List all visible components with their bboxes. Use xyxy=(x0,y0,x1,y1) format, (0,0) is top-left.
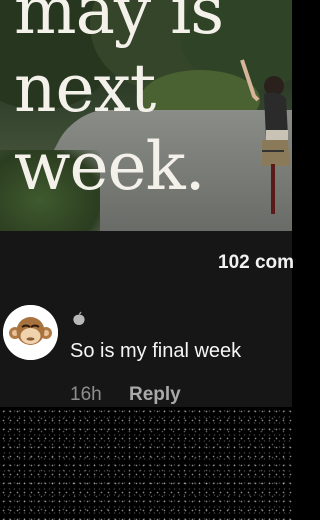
commenter-avatar[interactable] xyxy=(3,305,58,360)
comment-meta: 16h Reply xyxy=(70,384,181,406)
comment-section: 102 com So is my final week 16h Reply xyxy=(0,231,294,407)
comment-count[interactable]: 102 com xyxy=(218,252,294,274)
peach-icon xyxy=(73,311,85,325)
background-texture xyxy=(0,407,292,520)
caption-line: may is xyxy=(14,0,224,49)
comment-text: So is my final week xyxy=(70,340,242,362)
post-photo: may is next week. xyxy=(0,0,292,231)
comment-time: 16h xyxy=(70,384,102,405)
caption-line: week. xyxy=(14,128,206,205)
cyclist-figure xyxy=(240,59,290,214)
reply-button[interactable]: Reply xyxy=(129,384,181,405)
monkey-face-icon xyxy=(3,305,58,360)
caption-line: next xyxy=(14,50,156,127)
post-caption-overlay: may is next week. xyxy=(14,0,224,206)
